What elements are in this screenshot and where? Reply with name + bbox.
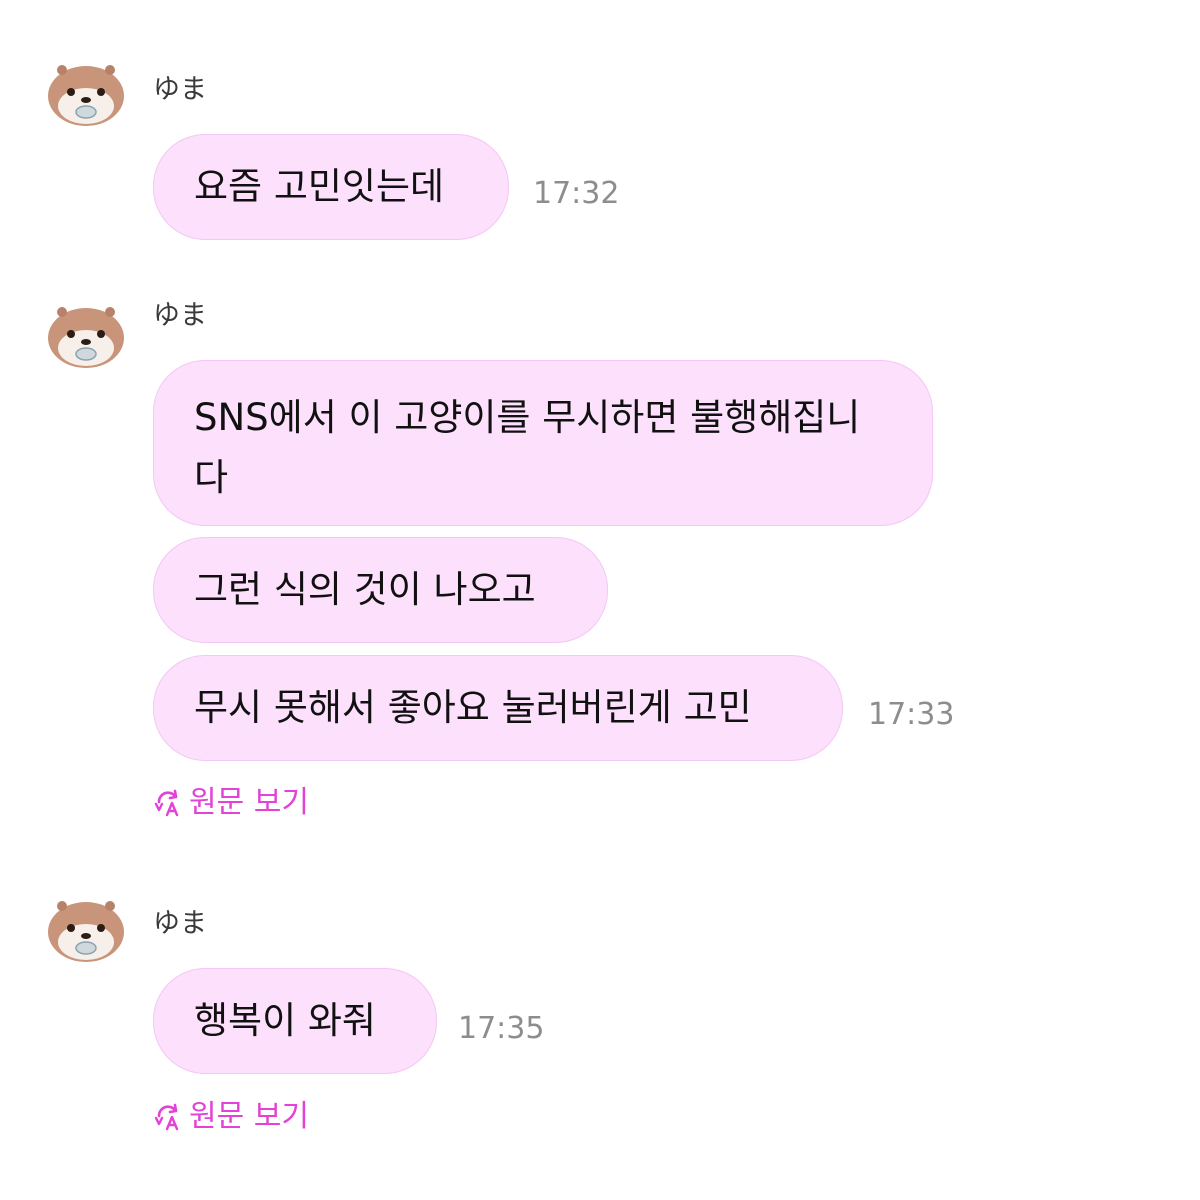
translate-icon (154, 789, 179, 817)
avatar[interactable] (44, 884, 128, 968)
avatar[interactable] (44, 290, 128, 374)
message-bubble[interactable]: 요즘 고민잇는데 (153, 134, 509, 240)
view-original-link[interactable]: 원문 보기 (153, 788, 309, 818)
message-bubble[interactable]: 행복이 와줘 (153, 968, 437, 1074)
otter-avatar-icon (48, 65, 124, 126)
sender-name: ゆま (153, 74, 207, 105)
avatar[interactable] (44, 48, 128, 132)
message-bubble[interactable]: 그런 식의 것이 나오고 (153, 537, 608, 643)
view-original-label: 원문 보기 (189, 785, 309, 820)
translate-icon (154, 1103, 179, 1131)
message-time: 17:35 (458, 1011, 545, 1046)
chat-thread: ゆま 요즘 고민잇는데 17:32 ゆま SNS에서 이 고양이를 무시하면 불… (0, 0, 1200, 1200)
sender-name: ゆま (153, 908, 207, 939)
view-original-link[interactable]: 원문 보기 (153, 1102, 309, 1132)
otter-avatar-icon (48, 307, 124, 368)
message-bubble[interactable]: SNS에서 이 고양이를 무시하면 불행해집니다 (153, 360, 933, 526)
otter-avatar-icon (48, 901, 124, 962)
message-time: 17:33 (868, 697, 955, 732)
view-original-label: 원문 보기 (189, 1099, 309, 1134)
sender-name: ゆま (153, 300, 207, 331)
message-time: 17:32 (533, 176, 620, 211)
message-bubble[interactable]: 무시 못해서 좋아요 눌러버린게 고민 (153, 655, 843, 761)
